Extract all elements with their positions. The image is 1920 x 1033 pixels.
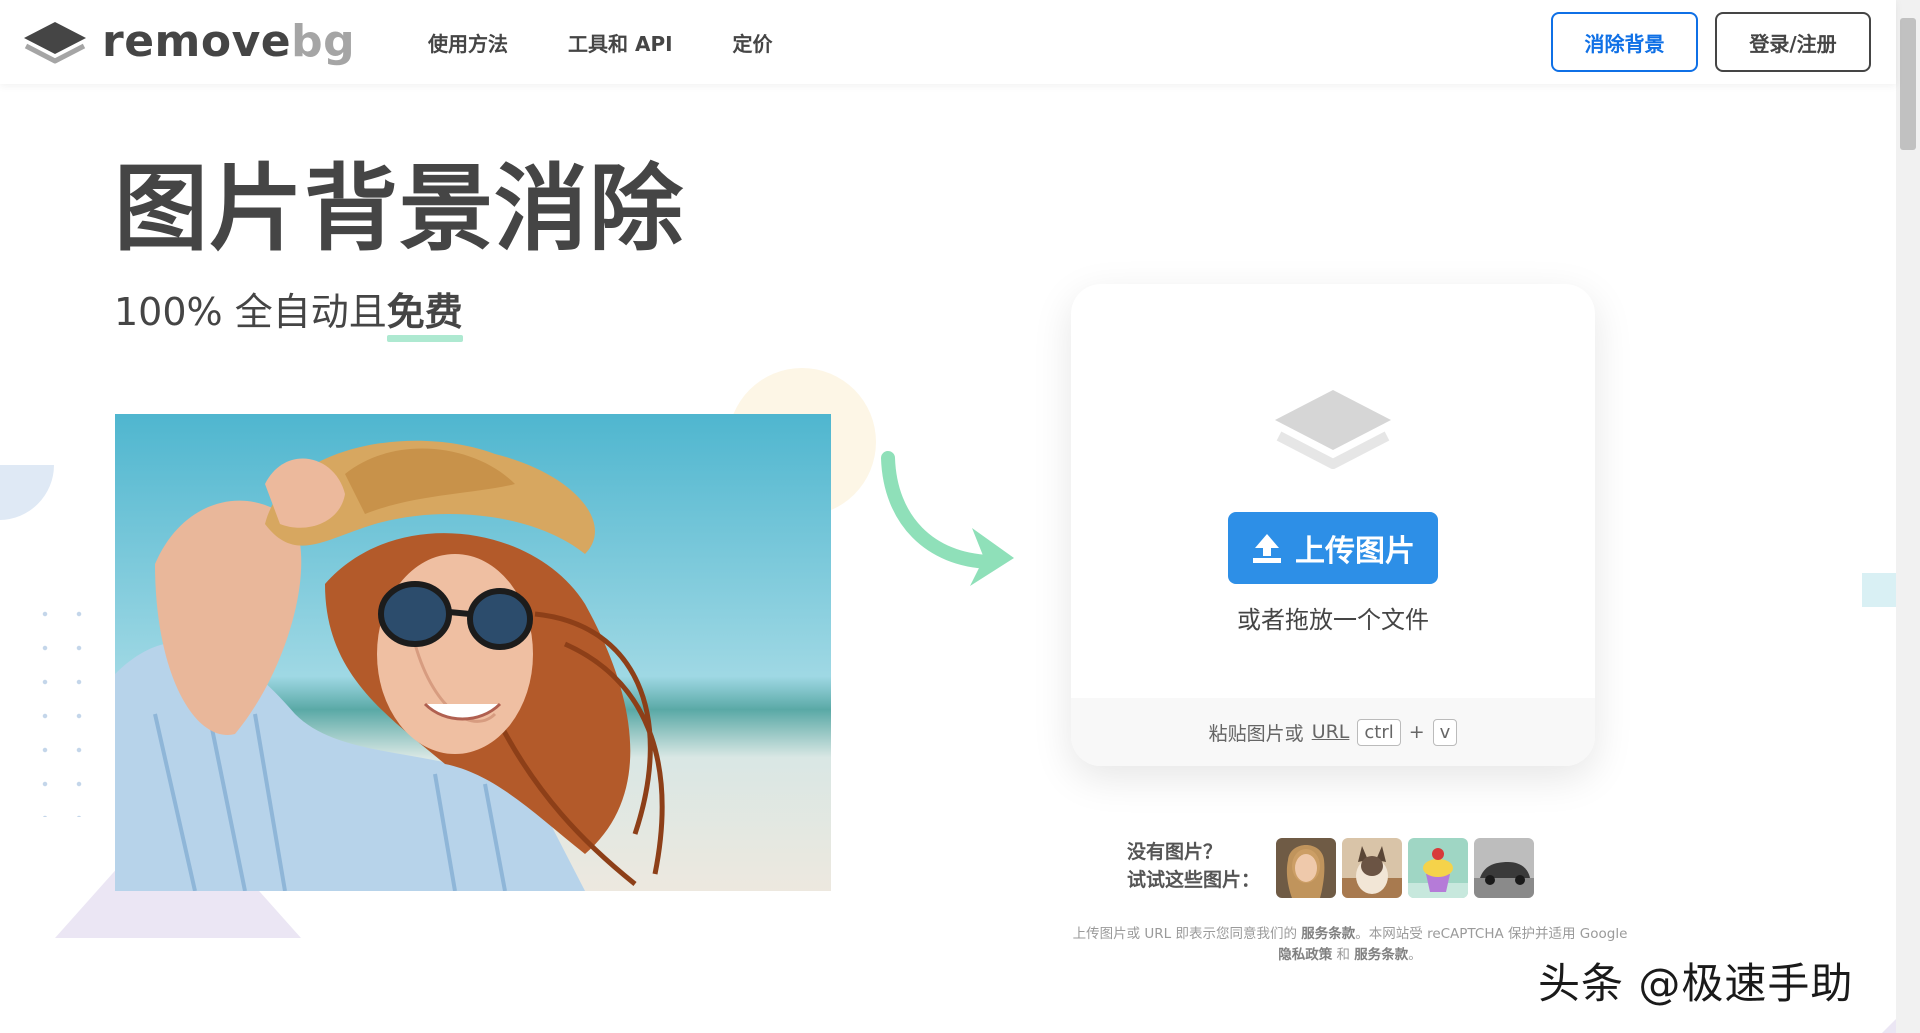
terms-link[interactable]: 服务条款 (1301, 926, 1355, 942)
upload-card[interactable]: 上传图片 或者拖放一个文件 粘贴图片或 URL ctrl + v (1071, 284, 1595, 766)
login-register-button[interactable]: 登录/注册 (1715, 12, 1871, 72)
decor-square (1862, 573, 1896, 607)
legal-period: 。 (1408, 947, 1422, 963)
subtitle-free-highlight: 免费 (386, 290, 463, 342)
decor-half-circle (0, 465, 54, 520)
nav-tools-api[interactable]: 工具和 API (568, 28, 673, 57)
sample-images (1276, 838, 1534, 898)
upload-image-button[interactable]: 上传图片 (1228, 512, 1438, 584)
sample-woman-thumbnail[interactable] (1276, 838, 1336, 898)
v-key: v (1432, 718, 1458, 746)
paste-bar: 粘贴图片或 URL ctrl + v (1071, 698, 1595, 766)
layers-placeholder-icon (1275, 390, 1391, 469)
google-terms-link[interactable]: 服务条款 (1354, 947, 1408, 963)
logo-text: removebg (102, 16, 356, 67)
page-scrollbar[interactable] (1896, 0, 1920, 1033)
drop-file-hint: 或者拖放一个文件 (1237, 606, 1429, 634)
layers-logo-icon (24, 22, 86, 64)
scrollbar-thumb[interactable] (1900, 18, 1916, 150)
top-navbar: removebg 使用方法 工具和 API 定价 消除背景 登录/注册 (0, 0, 1896, 84)
subtitle-text: 100% 全自动且 (114, 290, 387, 334)
logo[interactable]: removebg (22, 16, 355, 68)
main-nav: 使用方法 工具和 API 定价 (428, 0, 773, 84)
decor-dots (28, 597, 108, 817)
upload-icon (1253, 534, 1281, 563)
ctrl-key: ctrl (1357, 718, 1401, 746)
upload-button-label: 上传图片 (1295, 534, 1415, 569)
key-plus: + (1408, 721, 1425, 743)
paste-url-link[interactable]: URL (1312, 721, 1350, 743)
samples-prompt: 没有图片？ 试试这些图片： (1127, 838, 1260, 894)
sample-cupcake-thumbnail[interactable] (1408, 838, 1468, 898)
sample-cat-thumbnail[interactable] (1342, 838, 1402, 898)
nav-how-to-use[interactable]: 使用方法 (428, 28, 508, 57)
watermark: 头条 @极速手助 (1538, 959, 1854, 1008)
nav-pricing[interactable]: 定价 (733, 28, 773, 57)
samples-line1: 没有图片？ (1127, 841, 1223, 863)
legal-text-recaptcha: 。本网站受 reCAPTCHA 保护并适用 Google (1355, 926, 1628, 942)
remove-background-button[interactable]: 消除背景 (1551, 12, 1698, 72)
green-arrow-icon (881, 451, 1014, 586)
paste-hint: 粘贴图片或 (1208, 722, 1304, 745)
sample-car-thumbnail[interactable] (1474, 838, 1534, 898)
samples-line2: 试试这些图片： (1127, 869, 1261, 891)
legal-text: 上传图片或 URL 即表示您同意我们的 (1072, 926, 1297, 942)
page-subtitle: 100% 全自动且免费 (114, 290, 463, 342)
hero-example-photo (115, 414, 831, 891)
page-title: 图片背景消除 (114, 155, 685, 264)
privacy-link[interactable]: 隐私政策 (1278, 947, 1332, 963)
legal-and: 和 (1336, 947, 1351, 963)
